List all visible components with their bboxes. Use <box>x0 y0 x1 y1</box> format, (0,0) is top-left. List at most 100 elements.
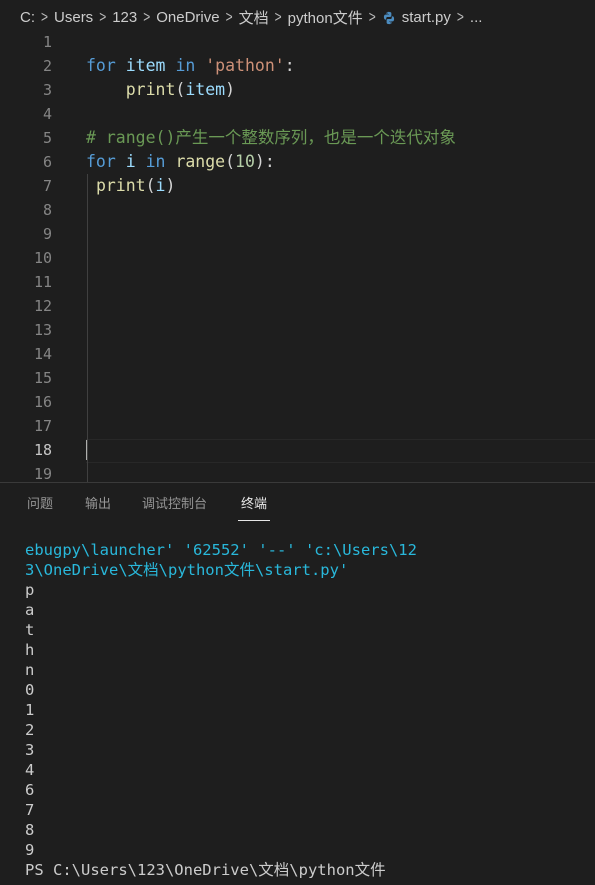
code-text: print(i) <box>86 174 175 198</box>
breadcrumb-item-file[interactable]: start.py <box>382 9 451 26</box>
code-token: 'pathon' <box>205 56 285 75</box>
code-token: ) <box>225 80 236 99</box>
code-line[interactable]: 12 <box>0 294 595 318</box>
terminal-output-line: 2 <box>25 721 35 739</box>
terminal-output-line: 8 <box>25 821 35 839</box>
chevron-right-icon: > <box>143 7 151 27</box>
line-number: 11 <box>33 273 52 291</box>
code-text: print(item) <box>86 78 235 102</box>
code-token: ): <box>254 152 275 171</box>
tab-debug-console[interactable]: 调试控制台 <box>142 493 207 512</box>
code-line[interactable]: 18 <box>0 438 595 463</box>
breadcrumb-file-label: start.py <box>401 8 451 26</box>
code-line[interactable]: 7 print(i) <box>0 174 595 198</box>
code-line[interactable]: 1 <box>0 30 595 54</box>
terminal-output-line: 1 <box>25 701 35 719</box>
code-token: : <box>284 56 295 75</box>
terminal-command-line: ebugpy\launcher' '62552' '--' 'c:\Users\… <box>25 541 417 559</box>
code-token: print <box>125 80 176 99</box>
code-line[interactable]: 17 <box>0 414 595 438</box>
tab-problems[interactable]: 问题 <box>27 493 53 512</box>
code-token: item <box>185 80 226 99</box>
line-number: 19 <box>33 465 52 482</box>
line-number: 9 <box>42 225 52 243</box>
code-line[interactable]: 14 <box>0 342 595 366</box>
indent-guide <box>87 294 88 318</box>
line-number: 4 <box>42 105 52 123</box>
terminal-output-line: 3 <box>25 741 35 759</box>
indent-guide <box>87 342 88 366</box>
terminal-output-line: 4 <box>25 761 35 779</box>
code-line[interactable]: 15 <box>0 366 595 390</box>
code-editor[interactable]: 1 2 for item in 'pathon': 3 print(item) 4 5 # … <box>0 30 595 482</box>
code-token: # range()产生一个整数序列，也是一个迭代对象 <box>86 128 456 147</box>
code-line[interactable]: 19 <box>0 462 595 482</box>
code-token: ( <box>145 176 156 195</box>
code-line[interactable]: 16 <box>0 390 595 414</box>
code-token: ( <box>175 80 186 99</box>
current-line-highlight <box>86 439 595 463</box>
code-token: 10 <box>235 152 255 171</box>
indent-guide <box>87 270 88 294</box>
line-number: 18 <box>33 441 52 459</box>
terminal-output-line: p <box>25 581 35 599</box>
tab-terminal[interactable]: 终端 <box>241 493 267 512</box>
terminal-output-line: 6 <box>25 781 35 799</box>
line-number: 13 <box>33 321 52 339</box>
line-number: 14 <box>33 345 52 363</box>
breadcrumb-more[interactable]: ... <box>470 9 483 26</box>
code-token: in <box>175 56 196 75</box>
line-number: 15 <box>33 369 52 387</box>
breadcrumb-item-folder[interactable]: python文件 <box>288 7 363 28</box>
indent-guide <box>87 366 88 390</box>
breadcrumb-item-documents[interactable]: 文档 <box>239 7 269 28</box>
breadcrumb: C: > Users > 123 > OneDrive > 文档 > pytho… <box>0 0 595 34</box>
indent-guide <box>87 222 88 246</box>
chevron-right-icon: > <box>368 7 376 27</box>
code-token: for <box>86 56 116 75</box>
line-number: 16 <box>33 393 52 411</box>
indent-guide <box>87 414 88 438</box>
breadcrumb-item-onedrive[interactable]: OneDrive <box>156 9 219 26</box>
chevron-right-icon: > <box>456 7 464 27</box>
code-line[interactable]: 4 <box>0 102 595 126</box>
code-token: item <box>125 56 166 75</box>
tab-output[interactable]: 输出 <box>85 493 111 512</box>
code-line[interactable]: 10 <box>0 246 595 270</box>
terminal-output-line: n <box>25 661 35 679</box>
panel-tabs: 问题 输出 调试控制台 终端 <box>0 483 595 523</box>
code-line[interactable]: 2 for item in 'pathon': <box>0 54 595 78</box>
code-line[interactable]: 6 for i in range(10): <box>0 150 595 174</box>
code-line[interactable]: 11 <box>0 270 595 294</box>
terminal-output-line: h <box>25 641 35 659</box>
code-token: range <box>175 152 226 171</box>
line-number: 7 <box>42 177 52 195</box>
line-number: 10 <box>33 249 52 267</box>
line-number: 1 <box>42 33 52 51</box>
terminal[interactable]: ebugpy\launcher' '62552' '--' 'c:\Users\… <box>25 540 595 880</box>
code-line[interactable]: 13 <box>0 318 595 342</box>
terminal-output-line: 0 <box>25 681 35 699</box>
indent-guide <box>87 318 88 342</box>
code-line[interactable]: 3 print(item) <box>0 78 595 102</box>
code-line[interactable]: 9 <box>0 222 595 246</box>
indent-guide <box>87 246 88 270</box>
breadcrumb-item-drive[interactable]: C: <box>20 9 35 26</box>
code-line[interactable]: 5 # range()产生一个整数序列，也是一个迭代对象 <box>0 126 595 150</box>
line-number: 17 <box>33 417 52 435</box>
code-token: print <box>95 176 146 195</box>
terminal-output-line: 9 <box>25 841 35 859</box>
active-tab-indicator <box>238 520 270 521</box>
chevron-right-icon: > <box>41 7 49 27</box>
breadcrumb-item-user[interactable]: 123 <box>112 9 137 26</box>
code-line[interactable]: 8 <box>0 198 595 222</box>
breadcrumb-item-users[interactable]: Users <box>54 9 93 26</box>
code-token: i <box>155 176 166 195</box>
line-number: 2 <box>42 57 52 75</box>
